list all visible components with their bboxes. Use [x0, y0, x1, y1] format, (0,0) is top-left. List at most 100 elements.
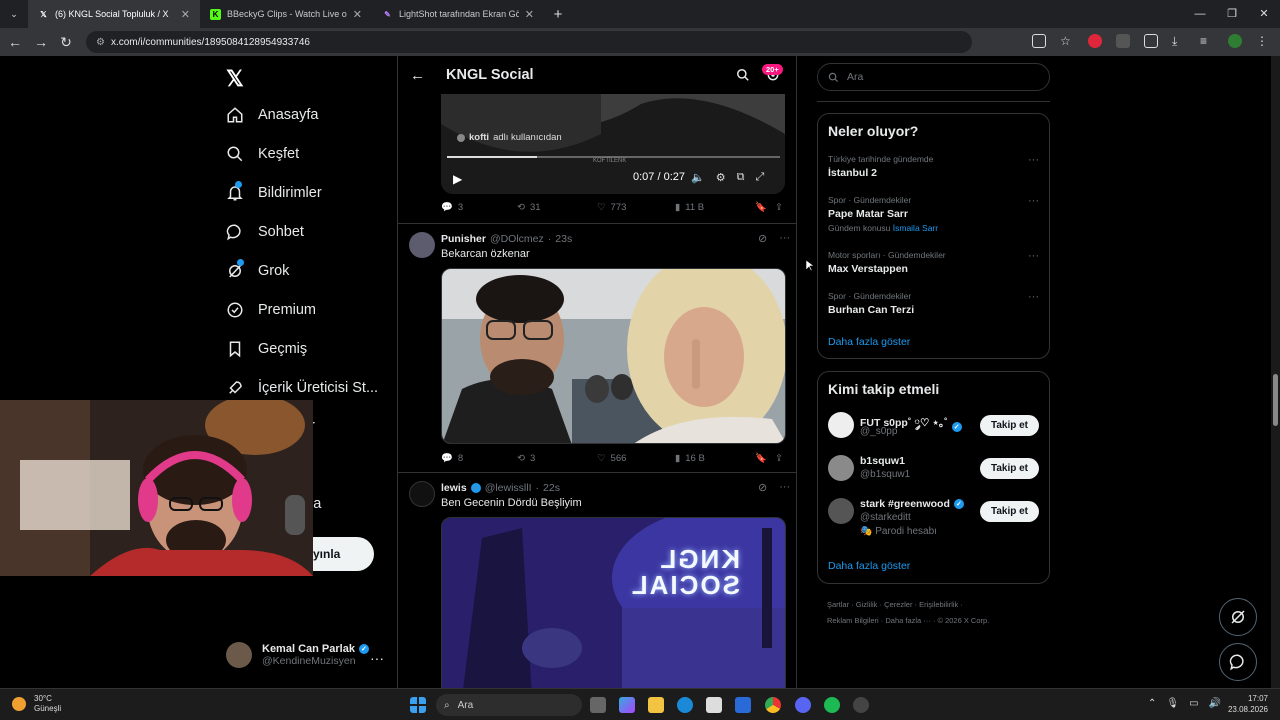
trend-item[interactable]: Spor · Gündemdekiler Pape Matar Sarr Gün…	[828, 195, 1043, 233]
avatar[interactable]	[828, 412, 854, 438]
tweet-author[interactable]: Punisher	[441, 233, 486, 245]
system-clock[interactable]: 17:07 23.08.2026	[1228, 693, 1268, 715]
more-options-icon[interactable]: ···	[370, 650, 384, 666]
trend-sub-link[interactable]: İsmaila Sarr	[893, 223, 938, 233]
follow-button[interactable]: Takip et	[980, 501, 1039, 522]
extension-red-icon[interactable]	[1088, 34, 1102, 48]
tab-list-chevron-icon[interactable]: ⌄	[0, 9, 28, 20]
extension-dark-icon[interactable]	[1116, 34, 1130, 48]
app-icon[interactable]	[853, 697, 869, 713]
more-icon[interactable]: ···	[1028, 291, 1039, 303]
bookmark-button[interactable]: 🔖	[755, 202, 775, 213]
share-button[interactable]: ⇪	[775, 453, 783, 464]
menu-icon[interactable]: ⋮	[1256, 34, 1270, 48]
nav-item-creator-studio[interactable]: İçerik Üreticisi St...	[226, 379, 378, 397]
play-icon[interactable]: ▶	[453, 172, 462, 186]
tweet[interactable]: Punisher @DOlcmez · 23s Bekarcan özkenar…	[398, 223, 796, 471]
tweet-handle[interactable]: @lewissllI	[485, 482, 532, 494]
grok-icon[interactable]: ⊘	[758, 232, 767, 245]
repost-button[interactable]: ⟲ 31	[517, 202, 597, 213]
search-input[interactable]: Ara	[817, 63, 1050, 91]
search-icon[interactable]	[736, 68, 750, 82]
like-button[interactable]: ♡ 566	[597, 453, 675, 464]
views-button[interactable]: ▮ 16 B	[675, 453, 755, 464]
nav-item-chat[interactable]: Sohbet	[226, 223, 304, 241]
avatar[interactable]	[828, 455, 854, 481]
microphone-icon[interactable]: 🎙	[1166, 698, 1179, 709]
display-icon[interactable]: ▭	[1189, 698, 1198, 709]
tweet-handle[interactable]: @DOlcmez	[490, 233, 544, 245]
avatar[interactable]	[409, 232, 435, 258]
maximize-icon[interactable]: ❐	[1216, 0, 1248, 28]
windows-start-icon[interactable]	[410, 697, 426, 713]
close-icon[interactable]: ✕	[525, 8, 534, 21]
tweet-author[interactable]: lewis	[441, 482, 467, 494]
repost-button[interactable]: ⟲ 3	[517, 453, 597, 464]
tweet-time[interactable]: 22s	[543, 482, 560, 494]
discord-icon[interactable]	[795, 697, 811, 713]
more-icon[interactable]: ···	[1028, 195, 1039, 207]
follow-button[interactable]: Takip et	[980, 415, 1039, 436]
nav-item-premium[interactable]: Premium	[226, 301, 316, 319]
new-tab-button[interactable]: +	[544, 6, 572, 23]
tweet-time[interactable]: 23s	[555, 233, 572, 245]
chevron-up-icon[interactable]: ⌃	[1148, 698, 1156, 709]
close-icon[interactable]: ✕	[353, 8, 362, 21]
back-arrow-icon[interactable]: ←	[8, 34, 22, 50]
profile-avatar-icon[interactable]	[1228, 34, 1242, 48]
more-icon[interactable]: ···	[1028, 250, 1039, 262]
messages-floating-button[interactable]	[1219, 643, 1257, 681]
more-icon[interactable]: ···	[779, 481, 790, 494]
copilot-icon[interactable]	[619, 697, 635, 713]
account-switcher[interactable]: Kemal Can Parlak ✓ @KendineMuzisyen	[226, 642, 369, 668]
tab-kngl-social[interactable]: 𝕏 (6) KNGL Social Topluluk / X ✕	[28, 0, 200, 28]
tweet-image[interactable]	[441, 268, 786, 444]
tab-lightshot[interactable]: ✎ LightShot tarafından Ekran Görü ✕	[372, 0, 544, 28]
footer-link[interactable]: Erişilebilirlik	[919, 600, 958, 609]
tweet-image[interactable]: KNGL SOCIAL	[441, 517, 786, 688]
pip-icon[interactable]: ⧉	[737, 171, 745, 184]
chrome-icon[interactable]	[765, 697, 781, 713]
taskbar-search[interactable]: ⌕ Ara	[436, 694, 582, 716]
tab-kick-clips[interactable]: K BBeckyG Clips - Watch Live on K ✕	[200, 0, 372, 28]
footer-link[interactable]: Daha fazla ···	[885, 616, 930, 625]
nav-item-explore[interactable]: Keşfet	[226, 145, 299, 163]
weather-widget[interactable]: 30°C Güneşli	[12, 694, 61, 714]
volume-icon[interactable]: 🔊	[1209, 698, 1221, 709]
show-more-follow-link[interactable]: Daha fazla göster	[828, 560, 910, 572]
site-info-icon[interactable]: ⚙	[96, 37, 105, 48]
share-button[interactable]: ⇪	[775, 202, 783, 213]
reply-button[interactable]: 💬 3	[441, 202, 517, 213]
footer-link[interactable]: Gizlilik	[856, 600, 878, 609]
nav-item-home[interactable]: Anasayfa	[226, 106, 318, 124]
url-field[interactable]: ⚙ x.com/i/communities/189508412895493374…	[86, 31, 972, 53]
nav-item-grok[interactable]: Grok	[226, 259, 289, 280]
page-scrollbar[interactable]	[1271, 56, 1280, 688]
window-close-icon[interactable]: ✕	[1248, 0, 1280, 28]
grok-icon[interactable]: ⊘	[758, 481, 767, 494]
x-logo-icon[interactable]: 𝕏	[226, 66, 244, 92]
post-button[interactable]: yınla	[313, 537, 374, 571]
nav-item-bookmarks[interactable]: Geçmiş	[226, 340, 307, 358]
settings-icon[interactable]: ⚙	[716, 171, 726, 184]
store-icon[interactable]	[706, 697, 722, 713]
nav-item-notifications[interactable]: Bildirimler	[226, 181, 322, 202]
tweet[interactable]: lewis ✓ @lewissllI · 22s Ben Gecenin Dör…	[398, 472, 796, 688]
more-icon[interactable]: ···	[779, 232, 790, 245]
spotify-icon[interactable]	[824, 697, 840, 713]
follow-suggestion[interactable]: stark #greenwood ✓ @starkeditt 🎭 Parodi h…	[828, 498, 1043, 537]
more-icon[interactable]: ···	[1028, 154, 1039, 166]
video-player[interactable]: kofti adlı kullanıcıdan KOFTİLENK ▶ 0:07…	[441, 94, 785, 194]
task-view-icon[interactable]	[590, 697, 606, 713]
views-button[interactable]: ▮ 11 B	[675, 202, 755, 213]
close-icon[interactable]: ✕	[181, 8, 190, 21]
show-more-trends-link[interactable]: Daha fazla göster	[828, 336, 910, 348]
file-explorer-icon[interactable]	[648, 697, 664, 713]
trend-item[interactable]: Türkiye tarihinde gündemde İstanbul 2 ··…	[828, 154, 1043, 179]
scrollbar-thumb[interactable]	[1273, 374, 1278, 426]
forward-arrow-icon[interactable]: →	[34, 34, 48, 50]
follow-suggestion[interactable]: b1squw1 @b1squw1 Takip et	[828, 455, 1043, 491]
footer-link[interactable]: Çerezler	[884, 600, 912, 609]
cast-icon[interactable]	[1032, 34, 1046, 48]
download-icon[interactable]: ⤓	[1172, 34, 1186, 48]
